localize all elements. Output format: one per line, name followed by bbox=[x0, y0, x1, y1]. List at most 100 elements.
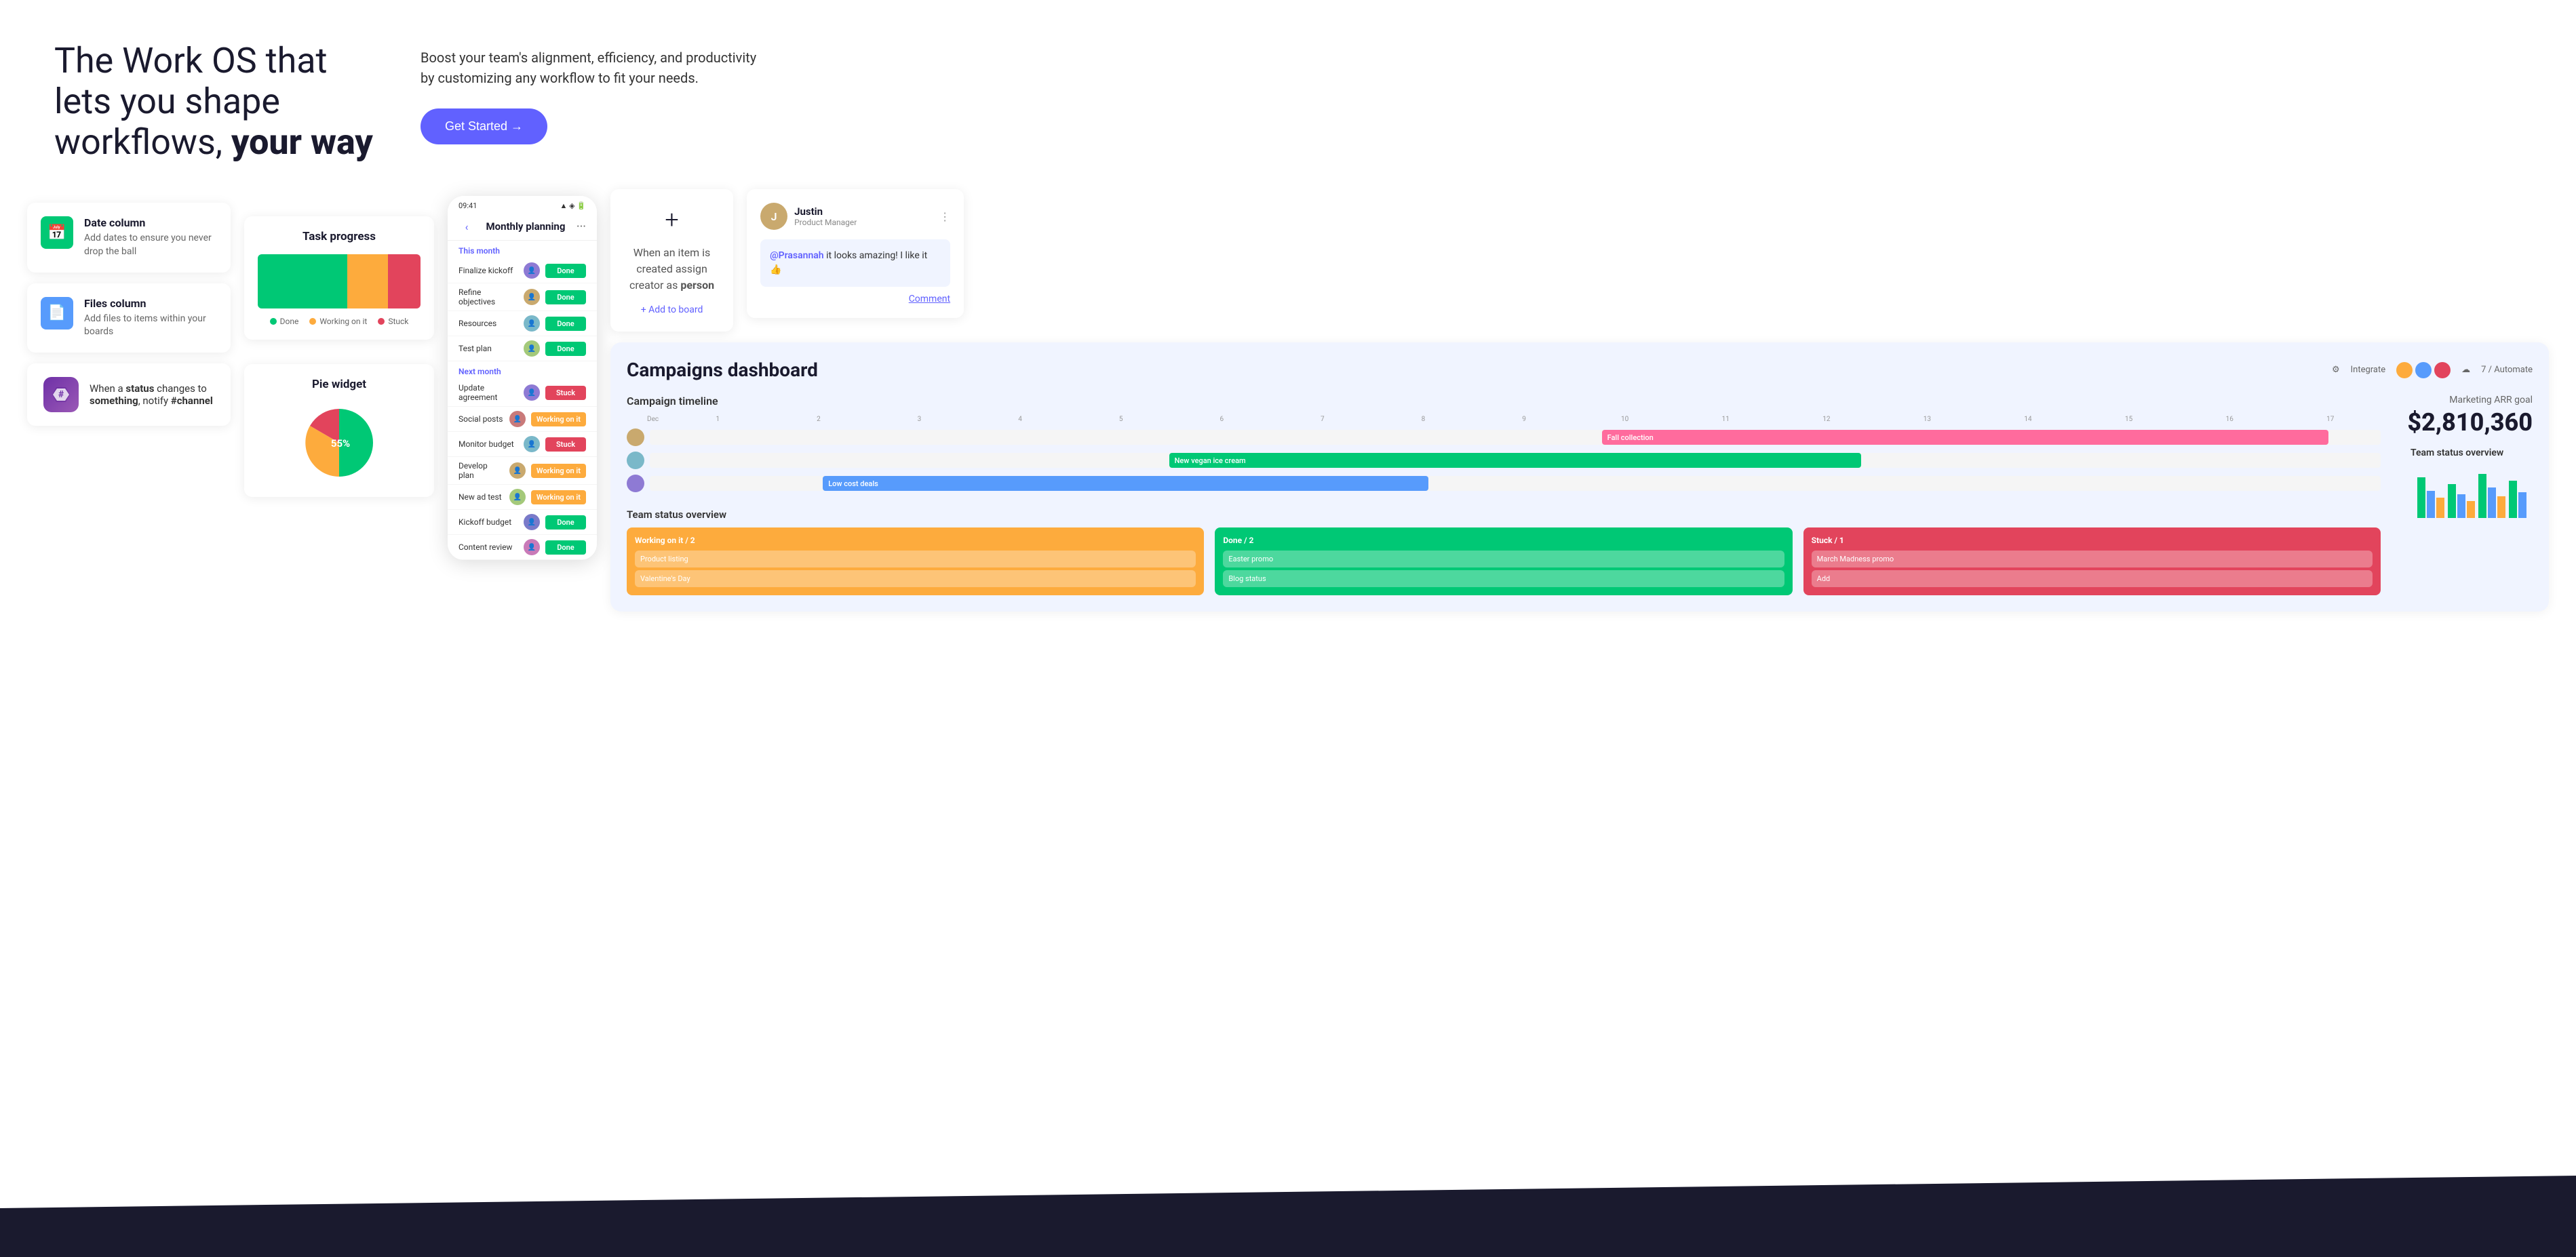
done-label: Done bbox=[280, 317, 299, 326]
timeline-row-2: New vegan ice cream bbox=[627, 452, 2381, 469]
task-status-2: Done bbox=[545, 290, 586, 304]
hero-subtitle: Boost your team's alignment, efficiency,… bbox=[421, 47, 760, 88]
task-name-10: Kickoff budget bbox=[458, 517, 518, 527]
status-done-title: Done / 2 bbox=[1223, 536, 1784, 545]
timeline-avatar-2 bbox=[627, 452, 644, 469]
bar-3-green bbox=[2478, 474, 2486, 518]
bar-chart-svg bbox=[2411, 464, 2533, 525]
hero-right: Boost your team's alignment, efficiency,… bbox=[421, 41, 2522, 144]
task-status-10: Done bbox=[545, 515, 586, 530]
task-avatar-2: 👤 bbox=[524, 289, 540, 305]
files-card-desc: Add files to items within your boards bbox=[84, 313, 217, 339]
comment-action-link[interactable]: Comment bbox=[760, 294, 950, 304]
dashboard-right: Marketing ARR goal $2,810,360 Team statu… bbox=[2397, 395, 2533, 595]
phone-task-row-11: Content review 👤 Done bbox=[448, 535, 597, 560]
status-stuck-card: Stuck / 1 March Madness promo Add bbox=[1803, 527, 2381, 595]
bar-4-blue bbox=[2518, 492, 2526, 518]
task-status-7: Stuck bbox=[545, 437, 586, 452]
page-wrapper: The Work OS that lets you shape workflow… bbox=[0, 0, 2576, 1257]
bar-1-orange bbox=[2436, 498, 2444, 518]
task-name-1: Finalize kickoff bbox=[458, 266, 518, 275]
task-status-3: Done bbox=[545, 317, 586, 331]
automation-icon: # bbox=[43, 377, 79, 412]
bar-1-blue bbox=[2427, 491, 2435, 518]
chart-title: Team status overview bbox=[2411, 447, 2533, 458]
legend-done: Done bbox=[270, 317, 299, 326]
status-done-card: Done / 2 Easter promo Blog status bbox=[1215, 527, 1792, 595]
phone-section-next-month: Next month bbox=[448, 361, 597, 379]
team-status-section: Team status overview Working on it / 2 P… bbox=[627, 508, 2381, 595]
status-working-card: Working on it / 2 Product listing Valent… bbox=[627, 527, 1204, 595]
progress-stuck bbox=[388, 254, 421, 308]
date-feature-text: Date column Add dates to ensure you neve… bbox=[84, 216, 217, 258]
dashboard-title: Campaigns dashboard bbox=[627, 359, 818, 381]
automation-card: # When a status changes to something, no… bbox=[27, 363, 231, 426]
status-stuck-title: Stuck / 1 bbox=[1812, 536, 2373, 545]
comment-card: J Justin Product Manager ⋮ @Prasannah it… bbox=[747, 189, 964, 318]
integrate-icon: ⚙ bbox=[2332, 365, 2340, 375]
add-to-board-link[interactable]: + Add to board bbox=[641, 304, 703, 315]
task-status-4: Done bbox=[545, 342, 586, 356]
bar-3-blue bbox=[2488, 487, 2496, 518]
comment-avatar: J bbox=[760, 203, 787, 230]
timeline-avatar-3 bbox=[627, 475, 644, 492]
phone-section-this-month: This month bbox=[448, 241, 597, 258]
automate-label: 7 / Automate bbox=[2481, 365, 2533, 375]
timeline-section: Campaign timeline Dec 1 2 3 4 5 6 7 8 bbox=[627, 395, 2381, 492]
task-name-11: Content review bbox=[458, 542, 518, 552]
status-stuck-item-1: March Madness promo bbox=[1812, 551, 2373, 567]
timeline-months: Dec 1 2 3 4 5 6 7 8 9 10 bbox=[627, 416, 2381, 423]
phone-task-row-6: Social posts 👤 Working on it bbox=[448, 407, 597, 432]
plus-icon: + bbox=[665, 205, 678, 234]
automate-icon: ☁ bbox=[2461, 365, 2470, 375]
arr-section: Marketing ARR goal $2,810,360 bbox=[2407, 395, 2533, 437]
task-avatar-10: 👤 bbox=[524, 514, 540, 530]
bar-2-orange bbox=[2467, 501, 2475, 518]
get-started-button[interactable]: Get Started → bbox=[421, 108, 547, 144]
campaigns-dashboard: Campaigns dashboard ⚙ Integrate ☁ 7 / Au… bbox=[610, 342, 2549, 612]
date-icon: 📅 bbox=[41, 216, 73, 249]
timeline-row-1: Fall collection bbox=[627, 428, 2381, 446]
phone-menu-button[interactable]: ··· bbox=[577, 220, 586, 234]
timeline-bar-3: Low cost deals bbox=[823, 476, 1428, 491]
task-status-9: Working on it bbox=[531, 490, 586, 504]
pie-label: 55% bbox=[331, 437, 350, 450]
widgets-column: Task progress Done Working on it bbox=[244, 203, 434, 497]
working-label: Working on it bbox=[319, 317, 367, 326]
left-cards: 📅 Date column Add dates to ensure you ne… bbox=[27, 203, 231, 425]
trigger-text: When an item iscreated assigncreator as … bbox=[629, 245, 714, 294]
task-avatar-7: 👤 bbox=[524, 436, 540, 452]
comment-header: J Justin Product Manager ⋮ bbox=[760, 203, 950, 230]
status-working-item-2: Valentine's Day bbox=[635, 570, 1196, 587]
bar-4-green bbox=[2509, 481, 2517, 518]
phone-task-row-3: Resources 👤 Done bbox=[448, 311, 597, 336]
timeline-bar-1-container: Fall collection bbox=[650, 430, 2381, 445]
task-progress-card: Task progress Done Working on it bbox=[244, 216, 434, 340]
phone-signal: ▲ ◈ 🔋 bbox=[560, 201, 587, 210]
comment-options-button[interactable]: ⋮ bbox=[939, 210, 950, 223]
team-status-chart: Team status overview bbox=[2411, 447, 2533, 527]
task-status-6: Working on it bbox=[531, 412, 586, 426]
status-stuck-items: March Madness promo Add bbox=[1812, 551, 2373, 587]
phone-back-button[interactable]: ‹ bbox=[458, 218, 475, 235]
phone-task-row-2: Refine objectives 👤 Done bbox=[448, 283, 597, 311]
team-status-row: Working on it / 2 Product listing Valent… bbox=[627, 527, 2381, 595]
date-card-title: Date column bbox=[84, 216, 217, 229]
phone-task-row-5: Update agreement 👤 Stuck bbox=[448, 379, 597, 407]
bar-3-orange bbox=[2497, 496, 2505, 518]
done-dot bbox=[270, 318, 277, 325]
status-working-items: Product listing Valentine's Day bbox=[635, 551, 1196, 587]
task-name-8: Develop plan bbox=[458, 461, 504, 480]
task-status-11: Done bbox=[545, 540, 586, 555]
stuck-label: Stuck bbox=[388, 317, 408, 326]
task-avatar-9: 👤 bbox=[509, 489, 526, 505]
right-section: + When an item iscreated assigncreator a… bbox=[610, 189, 2549, 612]
task-name-3: Resources bbox=[458, 319, 518, 328]
files-column-card: 📄 Files column Add files to items within… bbox=[27, 283, 231, 353]
phone-task-row-7: Monitor budget 👤 Stuck bbox=[448, 432, 597, 457]
timeline-bar-2-container: New vegan ice cream bbox=[650, 453, 2381, 468]
task-avatar-6: 👤 bbox=[509, 411, 526, 427]
comment-mention: @Prasannah bbox=[770, 250, 824, 261]
arr-value: $2,810,360 bbox=[2407, 408, 2533, 437]
hero-left: The Work OS that lets you shape workflow… bbox=[54, 41, 380, 162]
